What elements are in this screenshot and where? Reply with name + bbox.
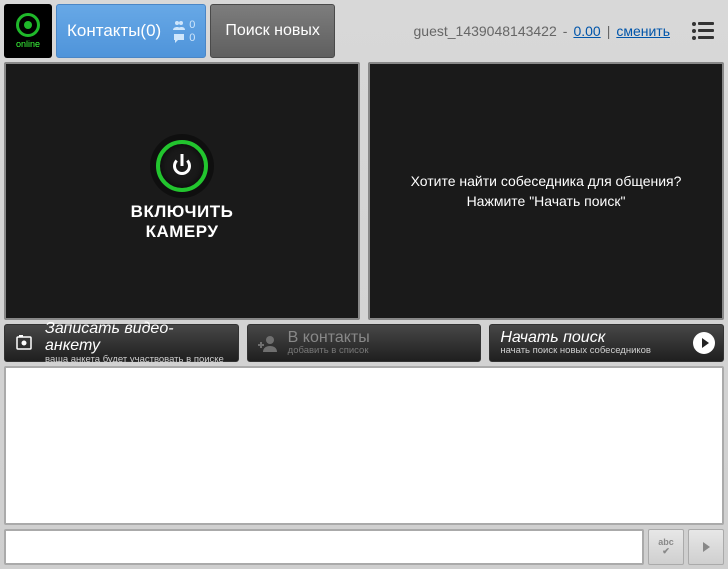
change-user-link[interactable]: сменить xyxy=(616,23,670,39)
record-video-profile-button[interactable]: Записать видео-анкету ваша анкета будет … xyxy=(4,324,239,362)
search-new-button[interactable]: Поиск новых xyxy=(210,4,335,58)
send-arrow-icon xyxy=(703,542,710,552)
chat-input-row: abc ✔ xyxy=(4,529,724,565)
action-row: Записать видео-анкету ваша анкета будет … xyxy=(4,324,724,362)
camera-line1: ВКЛЮЧИТЬ xyxy=(131,202,234,222)
add-contact-sub: добавить в список xyxy=(288,346,370,356)
dash: - xyxy=(563,23,568,39)
logo: online xyxy=(4,4,52,58)
start-search-sub: начать поиск новых собеседников xyxy=(500,346,651,356)
power-icon xyxy=(173,157,191,175)
enable-camera-button[interactable] xyxy=(156,140,208,192)
spellcheck-icon: abc ✔ xyxy=(658,538,674,556)
add-contact-icon xyxy=(258,332,280,354)
record-sub: ваша анкета будет участвовать в поиске xyxy=(45,355,228,365)
contacts-label: Контакты(0) xyxy=(67,21,161,41)
people-count: 0 xyxy=(189,19,195,31)
contacts-button[interactable]: Контакты(0) 0 0 xyxy=(56,4,206,58)
arrow-right-icon xyxy=(693,332,715,354)
record-title: Записать видео-анкету xyxy=(45,321,228,355)
prompt-line1: Хотите найти собеседника для общения? xyxy=(411,171,682,191)
add-contact-labels: В контакты добавить в список xyxy=(288,330,370,357)
people-icon xyxy=(173,20,185,30)
logo-label: online xyxy=(16,39,40,49)
chat-input[interactable] xyxy=(4,529,644,565)
record-labels: Записать видео-анкету ваша анкета будет … xyxy=(45,321,228,365)
search-prompt: Хотите найти собеседника для общения? На… xyxy=(393,171,700,212)
add-contact-title: В контакты xyxy=(288,330,370,347)
eye-icon xyxy=(16,13,40,37)
video-row: ВКЛЮЧИТЬ КАМЕРУ Хотите найти собеседника… xyxy=(4,62,724,320)
enable-camera-text: ВКЛЮЧИТЬ КАМЕРУ xyxy=(131,202,234,241)
search-new-label: Поиск новых xyxy=(225,22,320,40)
start-search-button[interactable]: Начать поиск начать поиск новых собеседн… xyxy=(489,324,724,362)
header: online Контакты(0) 0 0 Поиск новых guest… xyxy=(4,4,724,58)
guest-name: guest_1439048143422 xyxy=(414,23,557,39)
start-search-labels: Начать поиск начать поиск новых собеседн… xyxy=(500,330,651,357)
balance-link[interactable]: 0.00 xyxy=(573,23,600,39)
sep: | xyxy=(607,23,611,39)
spellcheck-button[interactable]: abc ✔ xyxy=(648,529,684,565)
start-search-title: Начать поиск xyxy=(500,330,651,347)
messages-count: 0 xyxy=(189,32,195,44)
add-to-contacts-button: В контакты добавить в список xyxy=(247,324,482,362)
chat-history[interactable] xyxy=(4,366,724,525)
user-block: guest_1439048143422 - 0.00 | сменить xyxy=(406,4,679,58)
send-button[interactable] xyxy=(688,529,724,565)
local-video-panel: ВКЛЮЧИТЬ КАМЕРУ xyxy=(4,62,360,320)
camera-line2: КАМЕРУ xyxy=(131,222,234,242)
menu-list-icon xyxy=(692,22,714,40)
enable-camera-block: ВКЛЮЧИТЬ КАМЕРУ xyxy=(131,140,234,241)
app-root: online Контакты(0) 0 0 Поиск новых guest… xyxy=(0,0,728,569)
header-spacer xyxy=(339,4,402,58)
contacts-counters: 0 0 xyxy=(173,19,195,44)
menu-button[interactable] xyxy=(682,4,724,58)
chat-icon xyxy=(173,33,185,43)
remote-video-panel: Хотите найти собеседника для общения? На… xyxy=(368,62,724,320)
prompt-line2: Нажмите "Начать поиск" xyxy=(411,191,682,211)
record-icon xyxy=(15,332,37,354)
